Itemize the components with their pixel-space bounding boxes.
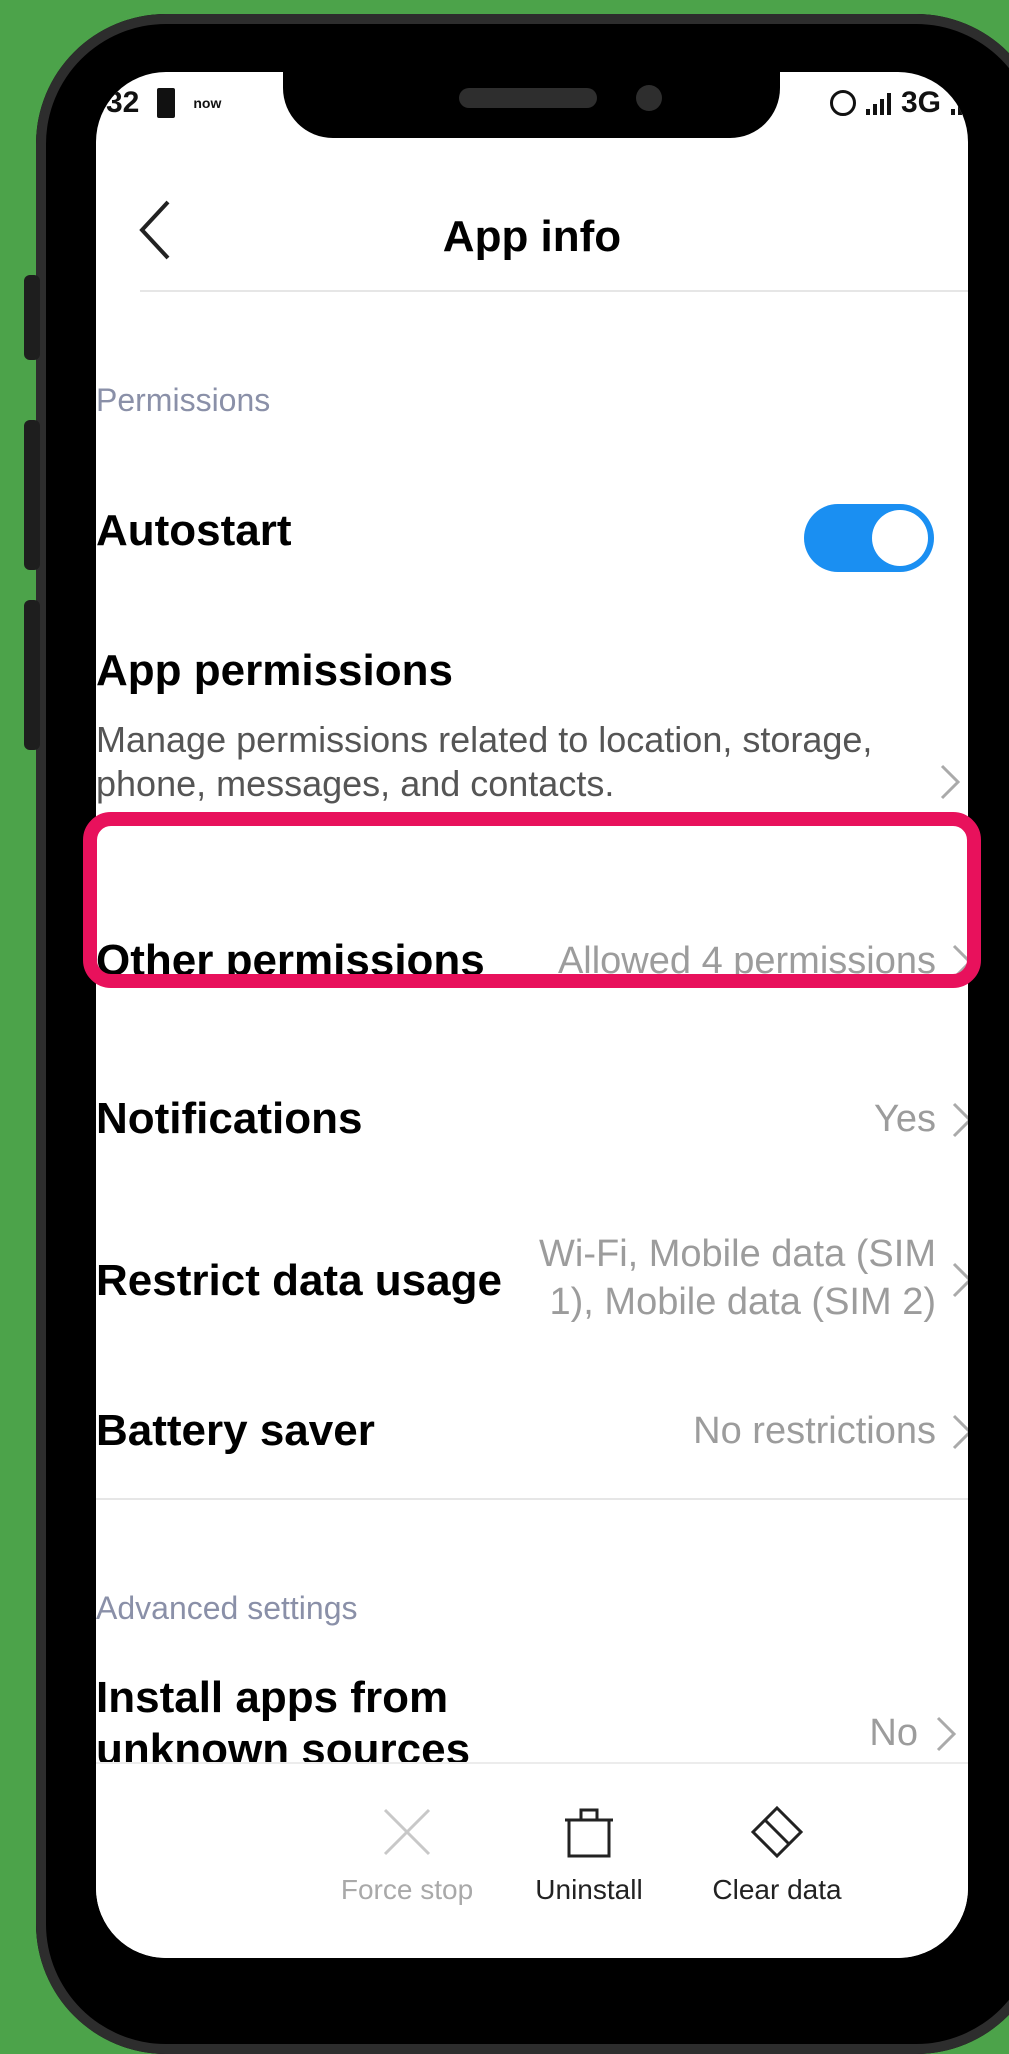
signal-icon [865,91,891,115]
header: App info [96,172,968,292]
install-unknown-row[interactable]: Install apps from unknown sources No [96,1672,968,1762]
chevron-right-icon [934,1714,958,1754]
chevron-right-icon [938,762,962,802]
eraser-icon [749,1804,805,1860]
bottom-action-bar: Force stop Uninstall Clear data [96,1762,968,1958]
signal-icon-2 [951,91,962,115]
side-button [24,275,40,360]
trash-icon [561,1804,617,1860]
app-permissions-description: Manage permissions related to location, … [96,719,873,804]
now-app-icon: now [193,95,222,111]
section-divider [96,1498,968,1500]
front-camera [636,85,662,111]
autostart-row[interactable]: Autostart [96,492,968,612]
header-divider [140,290,968,292]
alarm-icon [829,90,856,116]
section-label-permissions: Permissions [96,382,271,418]
side-button [24,420,40,570]
notifications-value: Yes [874,1098,936,1140]
speaker-grille [459,88,597,108]
restrict-data-value: Wi-Fi, Mobile data (SIM 1), Mobile data … [539,1233,936,1323]
autostart-toggle[interactable] [804,504,934,572]
app-permissions-label: App permissions [96,646,453,695]
close-icon [379,1804,435,1860]
page-title: App info [442,212,622,261]
notifications-label: Notifications [96,1094,363,1143]
clear-data-label: Clear data [712,1874,842,1905]
highlight-box [83,812,981,988]
section-label-advanced: Advanced settings [96,1590,358,1626]
autostart-label: Autostart [96,506,292,555]
force-stop-label: Force stop [340,1874,474,1905]
battery-saver-label: Battery saver [96,1406,375,1455]
chevron-right-icon [950,1412,968,1452]
toggle-knob [872,510,928,566]
restrict-data-label: Restrict data usage [96,1256,502,1305]
network-type: 3G [900,86,941,119]
notifications-row[interactable]: Notifications Yes [96,1072,968,1172]
battery-saver-value: No restrictions [693,1410,936,1452]
restrict-data-row[interactable]: Restrict data usage Wi-Fi, Mobile data (… [96,1212,968,1352]
screen: :32 now 3G App info Permissions Autostar… [96,72,968,1958]
uninstall-label: Uninstall [535,1874,643,1905]
side-button [24,600,40,750]
battery-saver-row[interactable]: Battery saver No restrictions [96,1384,968,1484]
status-time: :32 [96,86,140,119]
clear-data-button[interactable]: Clear data [692,1804,862,1906]
install-unknown-label: Install apps from unknown sources [96,1673,471,1762]
chevron-right-icon [950,1100,968,1140]
battery-icon [157,88,176,118]
uninstall-button[interactable]: Uninstall [504,1804,674,1906]
chevron-right-icon [950,1260,968,1300]
install-unknown-value: No [869,1712,918,1754]
phone-notch [283,72,780,138]
force-stop-button[interactable]: Force stop [322,1804,492,1906]
